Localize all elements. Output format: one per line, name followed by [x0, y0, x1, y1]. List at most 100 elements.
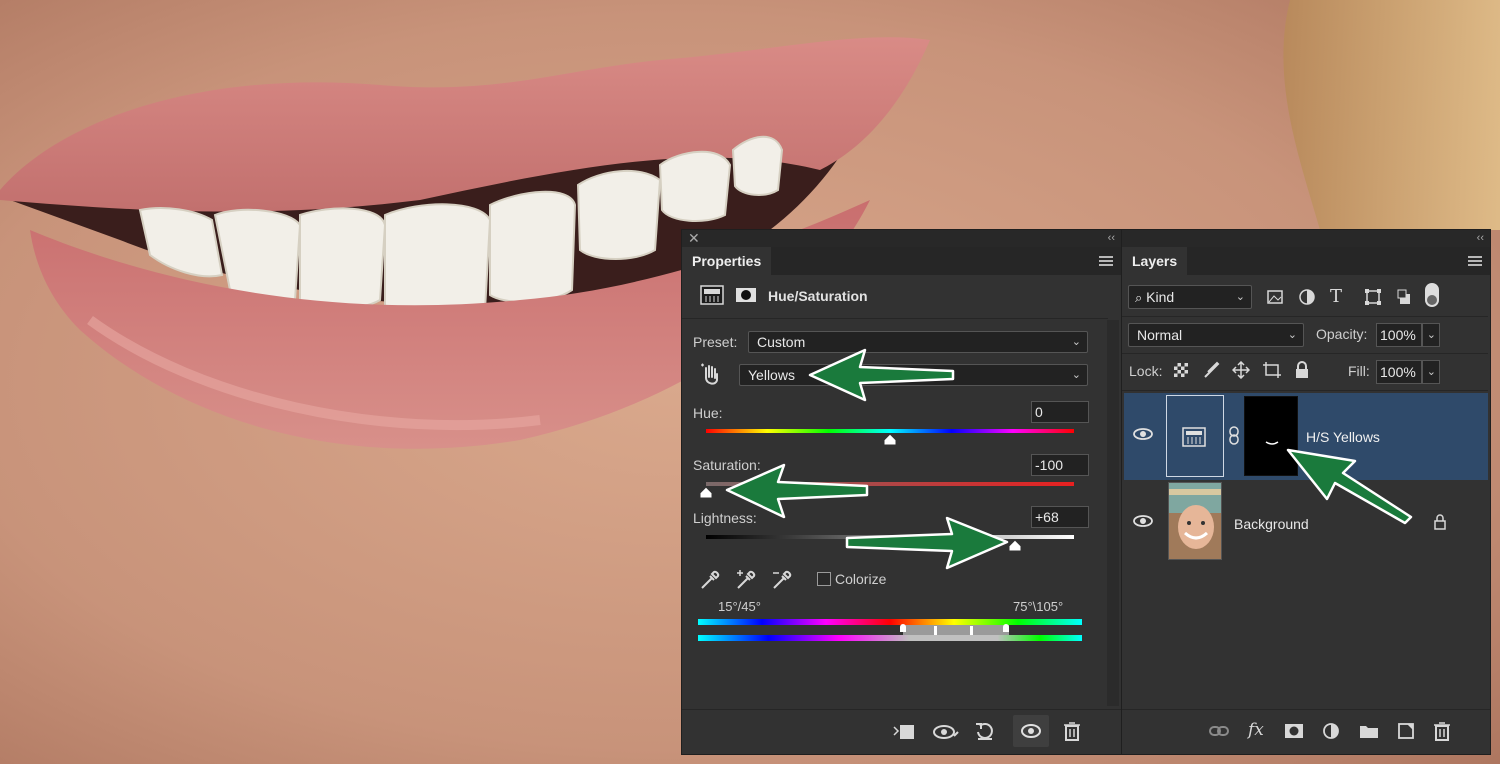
filter-pixel-icon[interactable]: [1266, 288, 1284, 309]
eyedropper-icon[interactable]: [698, 568, 722, 595]
link-chain-icon[interactable]: [1228, 426, 1240, 449]
filter-kind-dropdown[interactable]: ⌕ Kind ⌄: [1128, 285, 1252, 309]
opacity-dropdown[interactable]: ⌄: [1422, 323, 1440, 347]
preset-label: Preset:: [693, 334, 738, 350]
properties-scrollbar[interactable]: [1107, 320, 1119, 706]
search-icon: ⌕: [1135, 290, 1143, 305]
lock-icon: [1433, 514, 1447, 533]
eyedropper-subtract-icon[interactable]: [770, 568, 794, 595]
lightness-label: Lightness:: [693, 510, 757, 526]
layer-row-hs-yellows[interactable]: H/S Yellows: [1124, 393, 1488, 480]
layers-bottom-toolbar: fx: [1122, 709, 1490, 754]
close-icon[interactable]: ✕: [688, 231, 700, 245]
layer-name: H/S Yellows: [1306, 429, 1380, 445]
range-handle-left[interactable]: [900, 624, 906, 632]
visibility-eye-icon[interactable]: [1132, 513, 1154, 532]
lock-move-icon[interactable]: [1231, 360, 1251, 382]
eyedropper-add-icon[interactable]: [734, 568, 758, 595]
chevron-down-icon: ⌄: [1235, 291, 1245, 303]
reset-icon[interactable]: [974, 720, 996, 745]
collapse-icon[interactable]: ‹‹: [1108, 231, 1115, 245]
panel-header-strip: ‹‹: [1122, 230, 1490, 247]
layers-tabbar: Layers: [1122, 247, 1490, 275]
preset-value: Custom: [757, 334, 806, 350]
layer-name: Background: [1234, 516, 1309, 532]
hue-input[interactable]: 0: [1031, 401, 1089, 423]
chevron-down-icon: ⌄: [1071, 336, 1081, 348]
targeted-adjustment-hand-icon[interactable]: [698, 362, 722, 388]
fill-label: Fill:: [1348, 363, 1370, 379]
layers-panel: ‹‹ Layers ⌕ Kind ⌄ T Normal ⌄ Opacity: 1…: [1121, 229, 1491, 755]
range-handle-inner-left[interactable]: [934, 626, 937, 635]
lightness-input[interactable]: +68: [1031, 506, 1089, 528]
lightness-slider-track[interactable]: [706, 535, 1074, 539]
blend-mode-value: Normal: [1137, 327, 1183, 343]
hue-label: Hue:: [693, 405, 723, 421]
colorize-checkbox[interactable]: [817, 572, 831, 586]
lock-label: Lock:: [1129, 363, 1163, 379]
layer-row-background[interactable]: Background: [1124, 480, 1488, 567]
chevron-down-icon: ⌄: [1426, 329, 1436, 341]
visibility-toggle-button[interactable]: [1013, 715, 1049, 747]
preset-dropdown[interactable]: Custom ⌄: [748, 331, 1088, 353]
link-layers-icon[interactable]: [1208, 722, 1230, 743]
saturation-slider-track[interactable]: [706, 482, 1074, 486]
filter-toggle-switch[interactable]: [1425, 283, 1439, 307]
range-left-readout: 15°/45°: [718, 599, 761, 614]
panel-header-strip: ✕ ‹‹: [682, 230, 1121, 247]
filter-adjustment-icon[interactable]: [1298, 288, 1316, 309]
mask-icon[interactable]: [734, 285, 758, 305]
filter-smart-object-icon[interactable]: [1396, 288, 1414, 309]
adjustment-layer-thumbnail[interactable]: [1166, 395, 1224, 477]
color-range-bar-top: [698, 619, 1082, 625]
delete-icon[interactable]: [1432, 720, 1452, 745]
layer-mask-thumbnail[interactable]: [1244, 396, 1298, 476]
range-handle-inner-right[interactable]: [970, 626, 973, 635]
new-layer-icon[interactable]: [1396, 721, 1416, 744]
saturation-input[interactable]: -100: [1031, 454, 1089, 476]
color-range-selector[interactable]: [903, 625, 1009, 635]
filter-type-icon[interactable]: T: [1330, 286, 1342, 307]
channel-dropdown[interactable]: Yellows ⌄: [739, 364, 1088, 386]
properties-panel: ✕ ‹‹ Properties Hue/Saturation Preset: C…: [681, 229, 1122, 755]
blend-mode-dropdown[interactable]: Normal ⌄: [1128, 323, 1304, 347]
lock-paint-icon[interactable]: [1202, 361, 1220, 382]
lock-all-icon[interactable]: [1294, 361, 1310, 382]
lock-transparent-icon[interactable]: [1174, 363, 1188, 377]
properties-tabbar: Properties: [682, 247, 1121, 275]
colorize-label: Colorize: [835, 571, 887, 587]
add-mask-icon[interactable]: [1284, 722, 1304, 743]
panel-menu-icon[interactable]: [1468, 256, 1482, 266]
collapse-icon[interactable]: ‹‹: [1477, 231, 1484, 245]
tab-layers[interactable]: Layers: [1122, 247, 1188, 275]
adjustment-title: Hue/Saturation: [768, 288, 868, 304]
range-right-readout: 75°\105°: [1013, 599, 1064, 614]
new-group-icon[interactable]: [1358, 722, 1380, 743]
lock-artboard-icon[interactable]: [1262, 361, 1282, 382]
color-range-bar-bottom: [698, 635, 1082, 641]
panel-menu-icon[interactable]: [1099, 256, 1113, 266]
range-handle-right[interactable]: [1003, 624, 1009, 632]
delete-icon[interactable]: [1062, 720, 1082, 745]
fx-icon[interactable]: fx: [1248, 720, 1264, 740]
hue-slider-track[interactable]: [706, 429, 1074, 433]
background-layer-thumbnail[interactable]: [1168, 482, 1222, 560]
adjustment-icon[interactable]: [698, 283, 726, 307]
chevron-down-icon: ⌄: [1071, 369, 1081, 381]
filter-shape-icon[interactable]: [1364, 288, 1382, 309]
tab-properties[interactable]: Properties: [682, 247, 772, 275]
chevron-down-icon: ⌄: [1287, 329, 1297, 341]
fill-input[interactable]: 100%: [1376, 360, 1422, 384]
saturation-label: Saturation:: [693, 457, 761, 473]
clip-to-layer-icon[interactable]: [892, 722, 916, 745]
properties-bottom-toolbar: [682, 709, 1121, 754]
filter-kind-value: Kind: [1146, 289, 1175, 305]
fill-dropdown[interactable]: ⌄: [1422, 360, 1440, 384]
opacity-label: Opacity:: [1316, 326, 1368, 342]
visibility-eye-icon[interactable]: [1132, 426, 1154, 445]
new-adjustment-icon[interactable]: [1321, 721, 1341, 744]
opacity-input[interactable]: 100%: [1376, 323, 1422, 347]
channel-value: Yellows: [748, 367, 795, 383]
view-previous-icon[interactable]: [932, 722, 960, 745]
chevron-down-icon: ⌄: [1426, 366, 1436, 378]
